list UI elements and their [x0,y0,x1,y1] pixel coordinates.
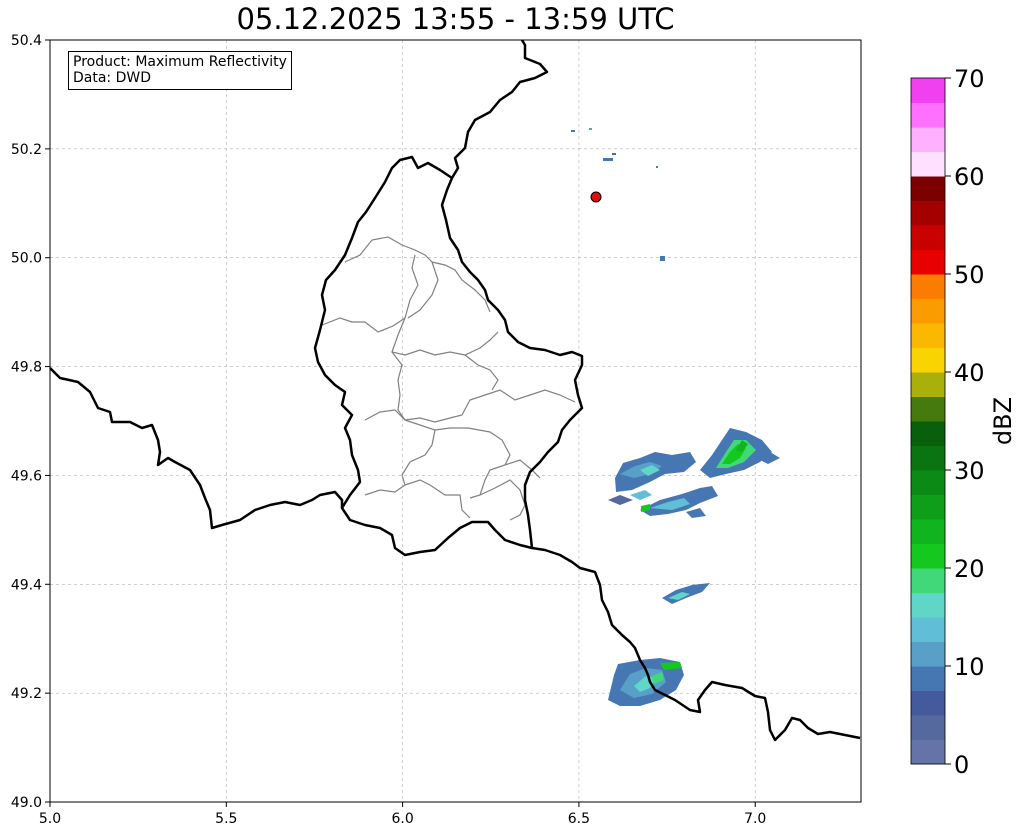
colorbar-swatch [911,176,945,201]
info-box: Product: Maximum Reflectivity Data: DWD [68,51,292,90]
colorbar-tick-label: 50 [954,261,985,289]
colorbar-tick-label: 60 [954,163,985,191]
colorbar-swatch [911,151,945,177]
colorbar-swatch [911,323,945,348]
data-source-label: Data: DWD [73,70,151,86]
y-tick-label: 50.0 [11,251,42,267]
x-tick-label: 5.0 [39,811,61,827]
y-tick-label: 49.4 [11,577,42,593]
colorbar-tick-label: 30 [954,457,985,485]
colorbar-swatch [911,641,945,667]
colorbar-swatch [911,715,945,740]
y-tick-label: 50.2 [11,142,42,158]
y-tick-label: 49.2 [11,686,42,702]
y-tick-label: 49.0 [11,795,42,811]
y-tick-label: 49.8 [11,360,42,376]
colorbar-swatch [911,739,945,765]
colorbar-swatch [911,200,945,226]
colorbar-swatch [911,78,945,103]
colorbar-swatch [911,666,945,691]
colorbar-swatch [911,396,945,422]
colorbar-swatch [911,372,945,397]
colorbar-swatch [911,592,945,618]
colorbar-label: dBZ [989,397,1017,445]
location-marker [590,191,602,203]
colorbar-swatch [911,470,945,495]
colorbar-swatch [911,225,945,250]
colorbar-swatch [911,298,945,324]
colorbar-tick-label: 0 [954,751,969,779]
colorbar-swatch [911,519,945,544]
colorbar-swatch [911,494,945,520]
y-tick-label: 50.4 [11,33,42,49]
x-tick-label: 7.0 [744,811,766,827]
x-axis: 5.0 5.5 6.0 6.5 7.0 [39,802,766,827]
colorbar-swatch [911,102,945,128]
colorbar-tick-label: 10 [954,653,985,681]
x-tick-label: 6.0 [391,811,413,827]
colorbar-swatch [911,127,945,152]
colorbar: 0 10 20 30 40 50 60 70 dBZ [910,65,1017,779]
x-tick-label: 5.5 [215,811,237,827]
colorbar-tick-label: 70 [954,65,985,93]
y-tick-label: 49.6 [11,468,42,484]
colorbar-swatch [911,568,945,593]
map-axes [49,39,862,803]
colorbar-swatch [911,249,945,275]
product-label: Product: Maximum Reflectivity [73,54,287,70]
colorbar-swatch [911,690,945,716]
y-axis: 49.0 49.2 49.4 49.6 49.8 50.0 50.2 50.4 [11,33,50,811]
colorbar-tick-label: 20 [954,555,985,583]
colorbar-swatch [911,543,945,569]
radar-map: 5.0 5.5 6.0 6.5 7.0 49.0 49.2 49.4 49.6 49.8 50.0… [11,33,1017,827]
colorbar-swatch [911,274,945,299]
colorbar-swatch [911,445,945,471]
colorbar-swatch [911,347,945,373]
colorbar-tick-label: 40 [954,359,985,387]
x-tick-label: 6.5 [568,811,590,827]
colorbar-swatch [911,617,945,642]
colorbar-swatch [911,421,945,446]
